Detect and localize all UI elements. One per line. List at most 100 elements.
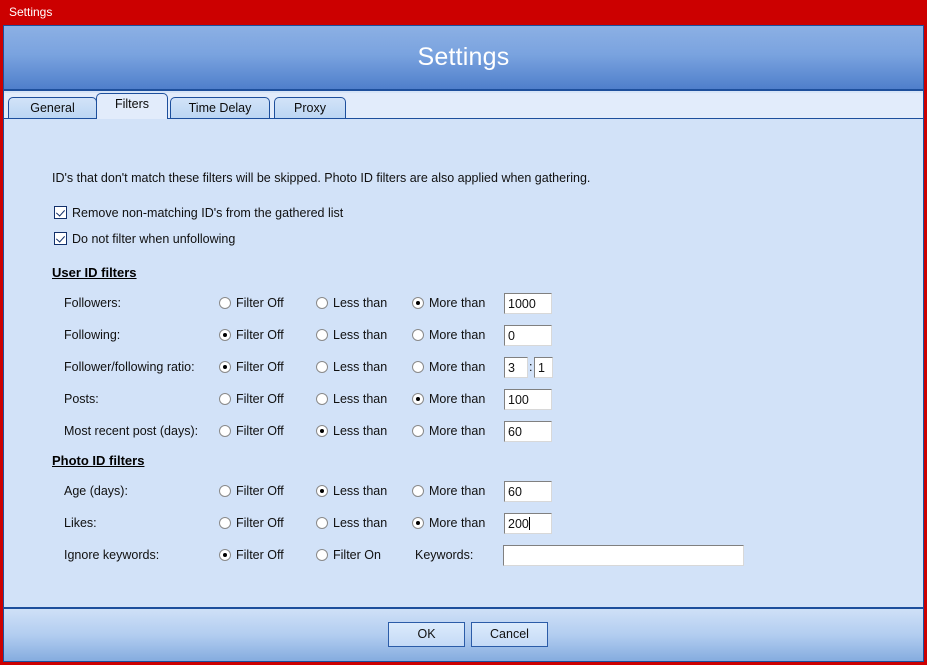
radio-likes-more-than[interactable]: More than: [412, 516, 485, 530]
radio-icon[interactable]: [316, 297, 328, 309]
radio-age-filter-off[interactable]: Filter Off: [219, 484, 284, 498]
radio-label: Filter Off: [236, 360, 284, 374]
radio-icon[interactable]: [219, 297, 231, 309]
tab-strip: General Filters Time Delay Proxy: [4, 93, 923, 119]
radio-label: Less than: [333, 328, 388, 342]
tab-time-delay[interactable]: Time Delay: [170, 97, 270, 118]
filter-row-label: Follower/following ratio:: [64, 360, 195, 374]
radio-posts-filter-off[interactable]: Filter Off: [219, 392, 284, 406]
radio-label: More than: [429, 484, 486, 498]
radio-icon[interactable]: [316, 329, 328, 341]
radio-keywords-filter-off[interactable]: Filter Off: [219, 548, 284, 562]
radio-ratio-filter-off[interactable]: Filter Off: [219, 360, 284, 374]
radio-icon[interactable]: [412, 361, 424, 373]
radio-most-recent-post-more-than[interactable]: More than: [412, 424, 485, 438]
radio-label: More than: [429, 328, 486, 342]
page-title: Settings: [417, 43, 510, 71]
radio-posts-less-than[interactable]: Less than: [316, 392, 387, 406]
radio-label: Less than: [333, 360, 388, 374]
checkbox-icon[interactable]: [54, 232, 67, 245]
checkbox-row-do-not-filter-unfollowing[interactable]: Do not filter when unfollowing: [54, 232, 235, 246]
cancel-button[interactable]: Cancel: [471, 622, 548, 647]
radio-icon[interactable]: [412, 485, 424, 497]
filter-row-label: Ignore keywords:: [64, 548, 160, 562]
radio-posts-more-than[interactable]: More than: [412, 392, 485, 406]
radio-icon[interactable]: [316, 425, 328, 437]
input-following-value[interactable]: 0: [504, 325, 552, 346]
section-heading-photo-id-filters: Photo ID filters: [52, 453, 145, 468]
text-caret: [528, 517, 530, 530]
settings-window: Settings Settings General Filters Time D…: [0, 0, 927, 665]
radio-icon[interactable]: [219, 425, 231, 437]
input-keywords[interactable]: [503, 545, 744, 566]
radio-icon[interactable]: [316, 361, 328, 373]
radio-most-recent-post-filter-off[interactable]: Filter Off: [219, 424, 284, 438]
tab-proxy[interactable]: Proxy: [274, 97, 346, 118]
radio-icon[interactable]: [316, 517, 328, 529]
radio-label: Less than: [333, 484, 388, 498]
radio-following-filter-off[interactable]: Filter Off: [219, 328, 284, 342]
filter-row-label: Following:: [64, 328, 121, 342]
input-posts-value[interactable]: 100: [504, 389, 552, 410]
radio-label: Filter Off: [236, 328, 284, 342]
filter-row-label: Posts:: [64, 392, 99, 406]
checkbox-label: Do not filter when unfollowing: [72, 232, 236, 246]
radio-label: Less than: [333, 296, 388, 310]
checkbox-label: Remove non-matching ID's from the gather…: [72, 206, 344, 220]
radio-icon[interactable]: [412, 517, 424, 529]
radio-label: More than: [429, 392, 486, 406]
input-followers-value[interactable]: 1000: [504, 293, 552, 314]
radio-age-less-than[interactable]: Less than: [316, 484, 387, 498]
radio-icon[interactable]: [219, 329, 231, 341]
radio-icon[interactable]: [219, 549, 231, 561]
radio-icon[interactable]: [316, 485, 328, 497]
tab-general[interactable]: General: [8, 97, 97, 118]
radio-age-more-than[interactable]: More than: [412, 484, 485, 498]
radio-label: Less than: [333, 424, 388, 438]
ok-button[interactable]: OK: [388, 622, 465, 647]
radio-label: Filter On: [333, 548, 381, 562]
radio-ratio-more-than[interactable]: More than: [412, 360, 485, 374]
radio-label: More than: [429, 296, 486, 310]
input-likes-value[interactable]: 200: [504, 513, 552, 534]
radio-icon[interactable]: [412, 297, 424, 309]
radio-icon[interactable]: [219, 485, 231, 497]
radio-likes-filter-off[interactable]: Filter Off: [219, 516, 284, 530]
radio-icon[interactable]: [316, 393, 328, 405]
radio-most-recent-post-less-than[interactable]: Less than: [316, 424, 387, 438]
filter-row-label: Most recent post (days):: [64, 424, 199, 438]
radio-following-less-than[interactable]: Less than: [316, 328, 387, 342]
radio-icon[interactable]: [219, 393, 231, 405]
dialog-footer: OK Cancel: [4, 607, 923, 661]
input-age-value[interactable]: 60: [504, 481, 552, 502]
radio-label: Filter Off: [236, 392, 284, 406]
input-ratio-consequent[interactable]: 1: [534, 357, 553, 378]
section-heading-user-id-filters: User ID filters: [52, 265, 137, 280]
ratio-separator: :: [529, 360, 533, 374]
radio-label: More than: [429, 360, 486, 374]
panel-description: ID's that don't match these filters will…: [52, 171, 591, 185]
input-ratio-antecedent[interactable]: 3: [504, 357, 528, 378]
filter-row-label: Likes:: [64, 516, 97, 530]
radio-icon[interactable]: [219, 361, 231, 373]
radio-label: Filter Off: [236, 296, 284, 310]
tab-filters[interactable]: Filters: [96, 93, 168, 119]
dialog-header: Settings: [4, 26, 923, 91]
radio-followers-more-than[interactable]: More than: [412, 296, 485, 310]
radio-keywords-filter-on[interactable]: Filter On: [316, 548, 381, 562]
radio-icon[interactable]: [412, 425, 424, 437]
checkbox-row-remove-non-matching[interactable]: Remove non-matching ID's from the gather…: [54, 206, 343, 220]
radio-icon[interactable]: [219, 517, 231, 529]
radio-followers-filter-off[interactable]: Filter Off: [219, 296, 284, 310]
filter-row-following: Following: Filter Off Less than More tha…: [4, 325, 923, 349]
checkbox-icon[interactable]: [54, 206, 67, 219]
filter-row-label: Followers:: [64, 296, 121, 310]
radio-icon[interactable]: [412, 393, 424, 405]
input-most-recent-post-value[interactable]: 60: [504, 421, 552, 442]
radio-icon[interactable]: [412, 329, 424, 341]
radio-icon[interactable]: [316, 549, 328, 561]
radio-followers-less-than[interactable]: Less than: [316, 296, 387, 310]
radio-ratio-less-than[interactable]: Less than: [316, 360, 387, 374]
radio-likes-less-than[interactable]: Less than: [316, 516, 387, 530]
radio-following-more-than[interactable]: More than: [412, 328, 485, 342]
